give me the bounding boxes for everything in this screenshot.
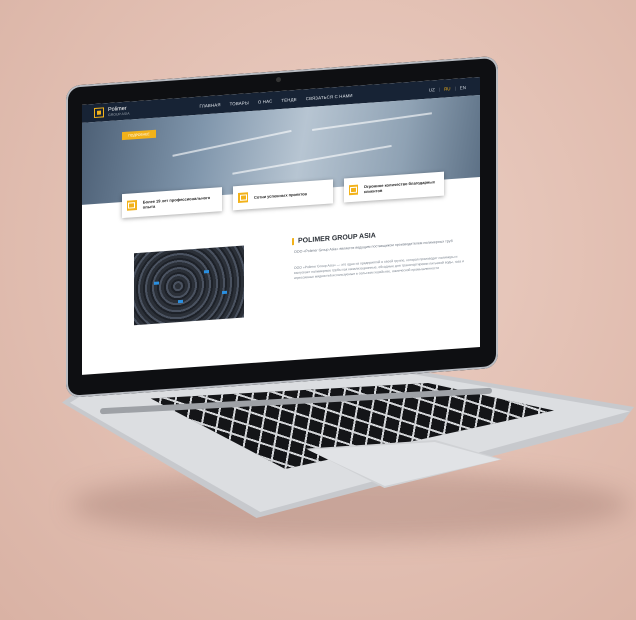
laptop-lid: Polimer GROUP ASIA ГЛАВНАЯ ТОВАРЫ О НАС … <box>66 55 498 398</box>
feature-card-text: Огромное количество благодарных клиентов <box>363 179 435 195</box>
about-title: POLIMER GROUP ASIA <box>292 232 376 246</box>
camera-icon <box>276 76 281 83</box>
pipe-label-tag <box>154 281 159 285</box>
laptop-screen: Polimer GROUP ASIA ГЛАВНАЯ ТОВАРЫ О НАС … <box>82 77 480 375</box>
nav-item-tenders[interactable]: ТЕНДЕ <box>281 96 296 102</box>
hero-conveyor-line <box>232 144 392 175</box>
lang-en[interactable]: EN <box>458 84 468 90</box>
nav-item-about[interactable]: О НАС <box>258 98 273 104</box>
about-text: ООО «Polimer Group Asia» — это одно из п… <box>294 254 464 281</box>
laptop-mockup-scene: Polimer GROUP ASIA ГЛАВНАЯ ТОВАРЫ О НАС … <box>0 0 636 620</box>
lang-ru[interactable]: RU <box>442 85 453 91</box>
clients-icon <box>349 184 358 196</box>
hero-conveyor-line <box>312 112 432 131</box>
hero-conveyor-line <box>172 129 292 157</box>
projects-icon <box>238 192 248 203</box>
feature-card-text: Более 19 лет профессионального опыта <box>142 194 211 210</box>
pipe-label-tag <box>178 299 183 304</box>
pipe-label-tag <box>222 290 227 295</box>
logo-subtitle: GROUP ASIA <box>108 111 130 118</box>
language-switcher: UZ | RU | EN <box>427 84 468 93</box>
experience-icon <box>127 200 137 211</box>
nav-item-home[interactable]: ГЛАВНАЯ <box>200 102 221 108</box>
feature-card-text: Сотни успешных проектов <box>254 190 308 200</box>
logo-mark-icon <box>94 107 104 119</box>
pipe-coils-image <box>134 245 244 326</box>
nav-item-products[interactable]: ТОВАРЫ <box>230 100 249 106</box>
lang-uz[interactable]: UZ <box>427 87 437 93</box>
hero-more-button[interactable]: ПОДРОБНЕЕ <box>122 129 156 141</box>
nav-item-contact[interactable]: СВЯЗАТЬСЯ С НАМИ <box>306 92 353 100</box>
pipe-label-tag <box>204 270 209 274</box>
site-logo[interactable]: Polimer GROUP ASIA <box>94 106 130 119</box>
